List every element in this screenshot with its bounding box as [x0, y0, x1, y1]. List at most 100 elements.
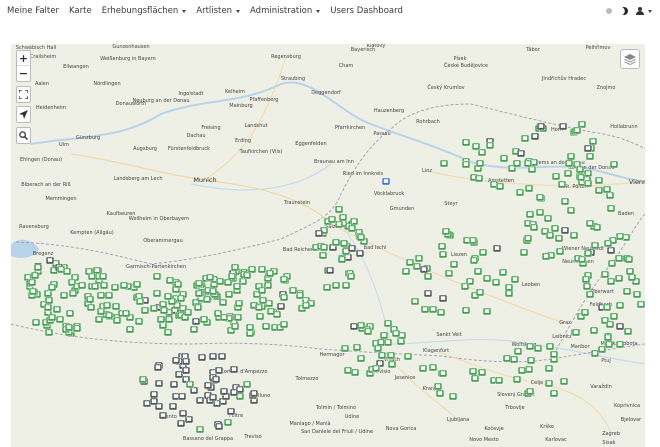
butterfly-marker[interactable] [154, 357, 163, 372]
nav-administration-dropdown[interactable]: Administration [250, 6, 321, 16]
butterfly-marker[interactable] [356, 348, 365, 363]
butterfly-marker[interactable] [499, 148, 509, 163]
butterfly-marker[interactable] [77, 275, 87, 290]
butterfly-marker[interactable] [485, 135, 494, 150]
butterfly-marker[interactable] [279, 269, 289, 283]
butterfly-marker[interactable] [571, 322, 581, 337]
butterfly-marker[interactable] [352, 337, 362, 352]
butterfly-marker[interactable] [208, 346, 218, 360]
zoom-in-button[interactable]: + [17, 51, 30, 66]
butterfly-marker[interactable] [132, 274, 142, 289]
butterfly-marker[interactable] [519, 242, 529, 257]
butterfly-marker[interactable] [449, 254, 459, 269]
butterfly-marker[interactable] [603, 233, 613, 248]
butterfly-marker[interactable] [203, 375, 213, 390]
butterfly-marker[interactable] [208, 387, 218, 402]
butterfly-marker[interactable] [279, 314, 289, 328]
butterfly-marker[interactable] [356, 227, 366, 242]
butterfly-marker[interactable] [265, 263, 275, 278]
butterfly-marker[interactable] [185, 374, 195, 389]
butterfly-marker[interactable] [327, 209, 337, 223]
butterfly-marker[interactable] [517, 143, 526, 158]
butterfly-marker[interactable] [119, 275, 129, 290]
butterfly-marker[interactable] [62, 261, 72, 276]
butterfly-marker[interactable] [323, 277, 332, 291]
fullscreen-button[interactable] [17, 87, 30, 102]
butterfly-marker[interactable] [575, 159, 585, 173]
butterfly-marker[interactable] [439, 153, 449, 168]
butterfly-marker[interactable] [314, 223, 324, 238]
butterfly-marker[interactable] [478, 242, 488, 257]
butterfly-marker[interactable] [510, 269, 519, 284]
butterfly-marker[interactable] [232, 276, 242, 291]
butterfly-marker[interactable] [420, 299, 429, 314]
butterfly-marker[interactable] [44, 322, 54, 337]
butterfly-marker[interactable] [134, 311, 144, 325]
butterfly-marker[interactable] [474, 168, 484, 182]
butterfly-marker[interactable] [524, 178, 534, 193]
butterfly-marker[interactable] [152, 283, 161, 298]
butterfly-marker[interactable] [583, 173, 593, 188]
butterfly-marker[interactable] [414, 248, 424, 263]
butterfly-marker[interactable] [544, 373, 554, 388]
butterfly-marker[interactable] [558, 116, 568, 130]
butterfly-marker[interactable] [68, 283, 78, 298]
butterfly-marker[interactable] [589, 320, 599, 334]
butterfly-marker[interactable] [525, 204, 535, 218]
butterfly-marker[interactable] [410, 291, 420, 306]
butterfly-marker[interactable] [277, 296, 286, 311]
butterfly-marker[interactable] [195, 419, 205, 434]
butterfly-marker[interactable] [256, 306, 265, 321]
butterfly-marker[interactable] [576, 167, 586, 182]
butterfly-marker[interactable] [602, 297, 611, 312]
butterfly-marker[interactable] [112, 310, 121, 325]
butterfly-marker[interactable] [242, 374, 252, 389]
butterfly-marker[interactable] [242, 265, 252, 280]
butterfly-marker[interactable] [219, 381, 229, 396]
butterfly-marker[interactable] [580, 302, 590, 316]
butterfly-marker[interactable] [346, 266, 356, 281]
search-button[interactable] [17, 128, 30, 143]
butterfly-marker[interactable] [525, 336, 534, 351]
butterfly-marker[interactable] [168, 396, 178, 411]
butterfly-marker[interactable] [319, 237, 328, 252]
butterfly-marker[interactable] [545, 336, 555, 350]
butterfly-marker[interactable] [125, 319, 135, 333]
butterfly-marker[interactable] [183, 302, 193, 317]
butterfly-marker[interactable] [163, 286, 172, 301]
butterfly-marker[interactable] [529, 217, 539, 232]
butterfly-marker[interactable] [495, 176, 504, 191]
butterfly-marker[interactable] [211, 369, 221, 384]
butterfly-marker[interactable] [219, 307, 229, 322]
butterfly-marker[interactable] [572, 120, 582, 135]
butterfly-marker[interactable] [45, 250, 55, 265]
butterfly-marker[interactable] [214, 360, 224, 374]
butterfly-marker[interactable] [541, 246, 550, 261]
butterfly-marker[interactable] [214, 416, 224, 431]
butterfly-marker[interactable] [482, 268, 492, 283]
butterfly-marker[interactable] [85, 289, 95, 303]
butterfly-marker[interactable] [583, 243, 593, 258]
butterfly-marker[interactable] [31, 312, 41, 327]
butterfly-marker[interactable] [428, 357, 438, 372]
map-view[interactable]: Schwäbisch Hall Gunzenhausen Regensburg Bay… [11, 44, 645, 447]
butterfly-marker[interactable] [30, 265, 40, 280]
butterfly-marker[interactable] [615, 295, 625, 310]
butterfly-marker[interactable] [609, 306, 619, 321]
butterfly-marker[interactable] [441, 221, 450, 236]
butterfly-marker[interactable] [614, 268, 623, 283]
butterfly-marker[interactable] [478, 362, 487, 376]
butterfly-marker[interactable] [623, 321, 633, 336]
butterfly-marker[interactable] [460, 276, 469, 291]
butterfly-marker[interactable] [513, 369, 522, 384]
butterfly-marker[interactable] [498, 262, 508, 276]
butterfly-marker[interactable] [205, 267, 215, 282]
butterfly-marker[interactable] [526, 381, 535, 396]
butterfly-marker[interactable] [331, 275, 341, 290]
butterfly-marker[interactable] [386, 345, 395, 360]
butterfly-marker[interactable] [512, 153, 521, 167]
butterfly-marker[interactable] [371, 358, 381, 372]
nav-karte[interactable]: Karte [69, 6, 92, 16]
layers-button[interactable] [620, 49, 640, 69]
butterfly-marker[interactable] [531, 126, 540, 141]
